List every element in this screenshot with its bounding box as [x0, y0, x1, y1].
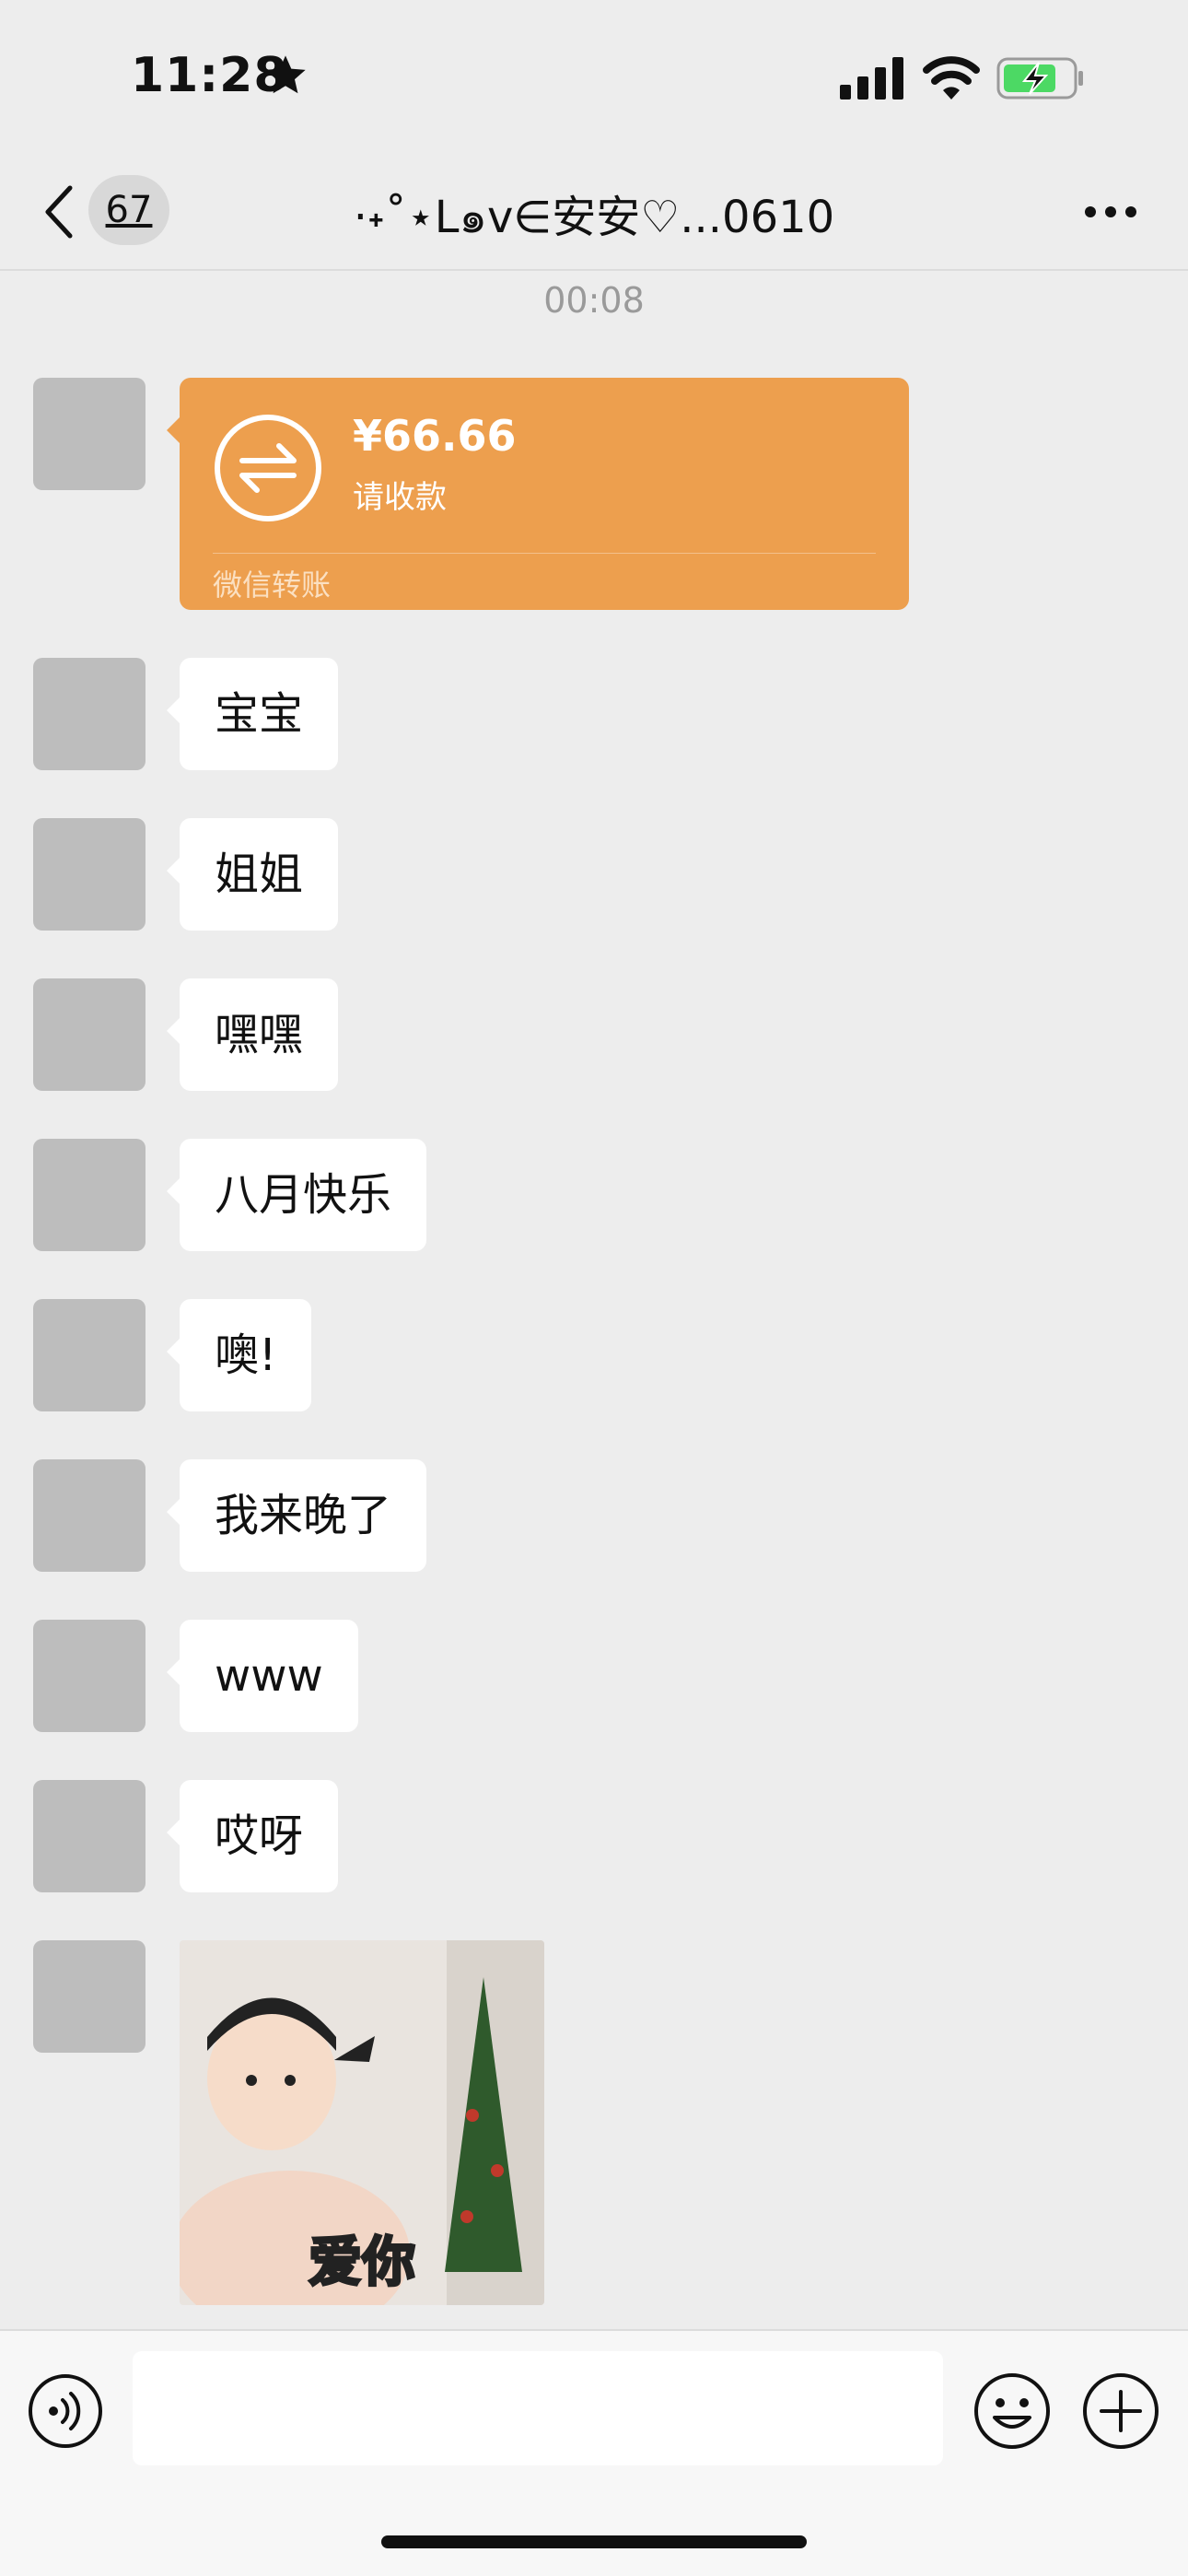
voice-icon[interactable]: [28, 2373, 103, 2449]
avatar[interactable]: [33, 658, 146, 770]
message-bubble[interactable]: 哎呀: [166, 1780, 339, 1892]
avatar[interactable]: [33, 818, 146, 931]
plus-circle-icon[interactable]: [1081, 2371, 1160, 2451]
status-bar: 11:28: [0, 0, 1188, 157]
message-bubble[interactable]: 八月快乐: [166, 1139, 427, 1251]
message-bubble[interactable]: 噢!: [166, 1299, 312, 1411]
unread-count-badge[interactable]: 67: [88, 175, 169, 245]
avatar[interactable]: [33, 1299, 146, 1411]
sticker-image[interactable]: 爱你: [180, 1940, 544, 2305]
sticker-caption: 爱你: [307, 2230, 416, 2295]
cellular-signal-icon: [840, 57, 903, 100]
transfer-amount: ¥66.66: [353, 411, 517, 461]
wifi-icon: [923, 56, 980, 100]
home-indicator[interactable]: [381, 2535, 807, 2548]
transfer-icon: [215, 415, 321, 521]
message-bubble[interactable]: 宝宝: [166, 658, 339, 770]
message-bubble[interactable]: 姐姐: [166, 818, 339, 931]
avatar[interactable]: [33, 378, 146, 490]
transfer-card[interactable]: ¥66.66 请收款 微信转账: [167, 378, 909, 610]
message-timestamp: 00:08: [543, 280, 645, 321]
avatar[interactable]: [33, 1459, 146, 1572]
message-input[interactable]: [133, 2351, 943, 2465]
chevron-left-icon[interactable]: [41, 182, 77, 241]
chat-header: 67 ·˖˚⋆L๑v∈安安♡...0610: [0, 157, 1188, 271]
avatar[interactable]: [33, 1940, 146, 2053]
avatar[interactable]: [33, 978, 146, 1091]
star-icon: [265, 55, 306, 94]
avatar[interactable]: [33, 1139, 146, 1251]
emoji-icon[interactable]: [973, 2371, 1052, 2451]
transfer-label: 微信转账: [213, 568, 332, 603]
transfer-divider: [213, 553, 876, 554]
message-bubble[interactable]: 嘿嘿: [166, 978, 339, 1091]
avatar[interactable]: [33, 1780, 146, 1892]
battery-charging-icon: [996, 57, 1083, 100]
chat-title: ·˖˚⋆L๑v∈安安♡...0610: [353, 192, 835, 243]
message-bubble[interactable]: 我来晚了: [166, 1459, 427, 1572]
transfer-subtitle: 请收款: [353, 479, 447, 516]
message-bubble[interactable]: www: [167, 1620, 358, 1732]
more-horizontal-icon[interactable]: [1083, 203, 1138, 221]
avatar[interactable]: [33, 1620, 146, 1732]
